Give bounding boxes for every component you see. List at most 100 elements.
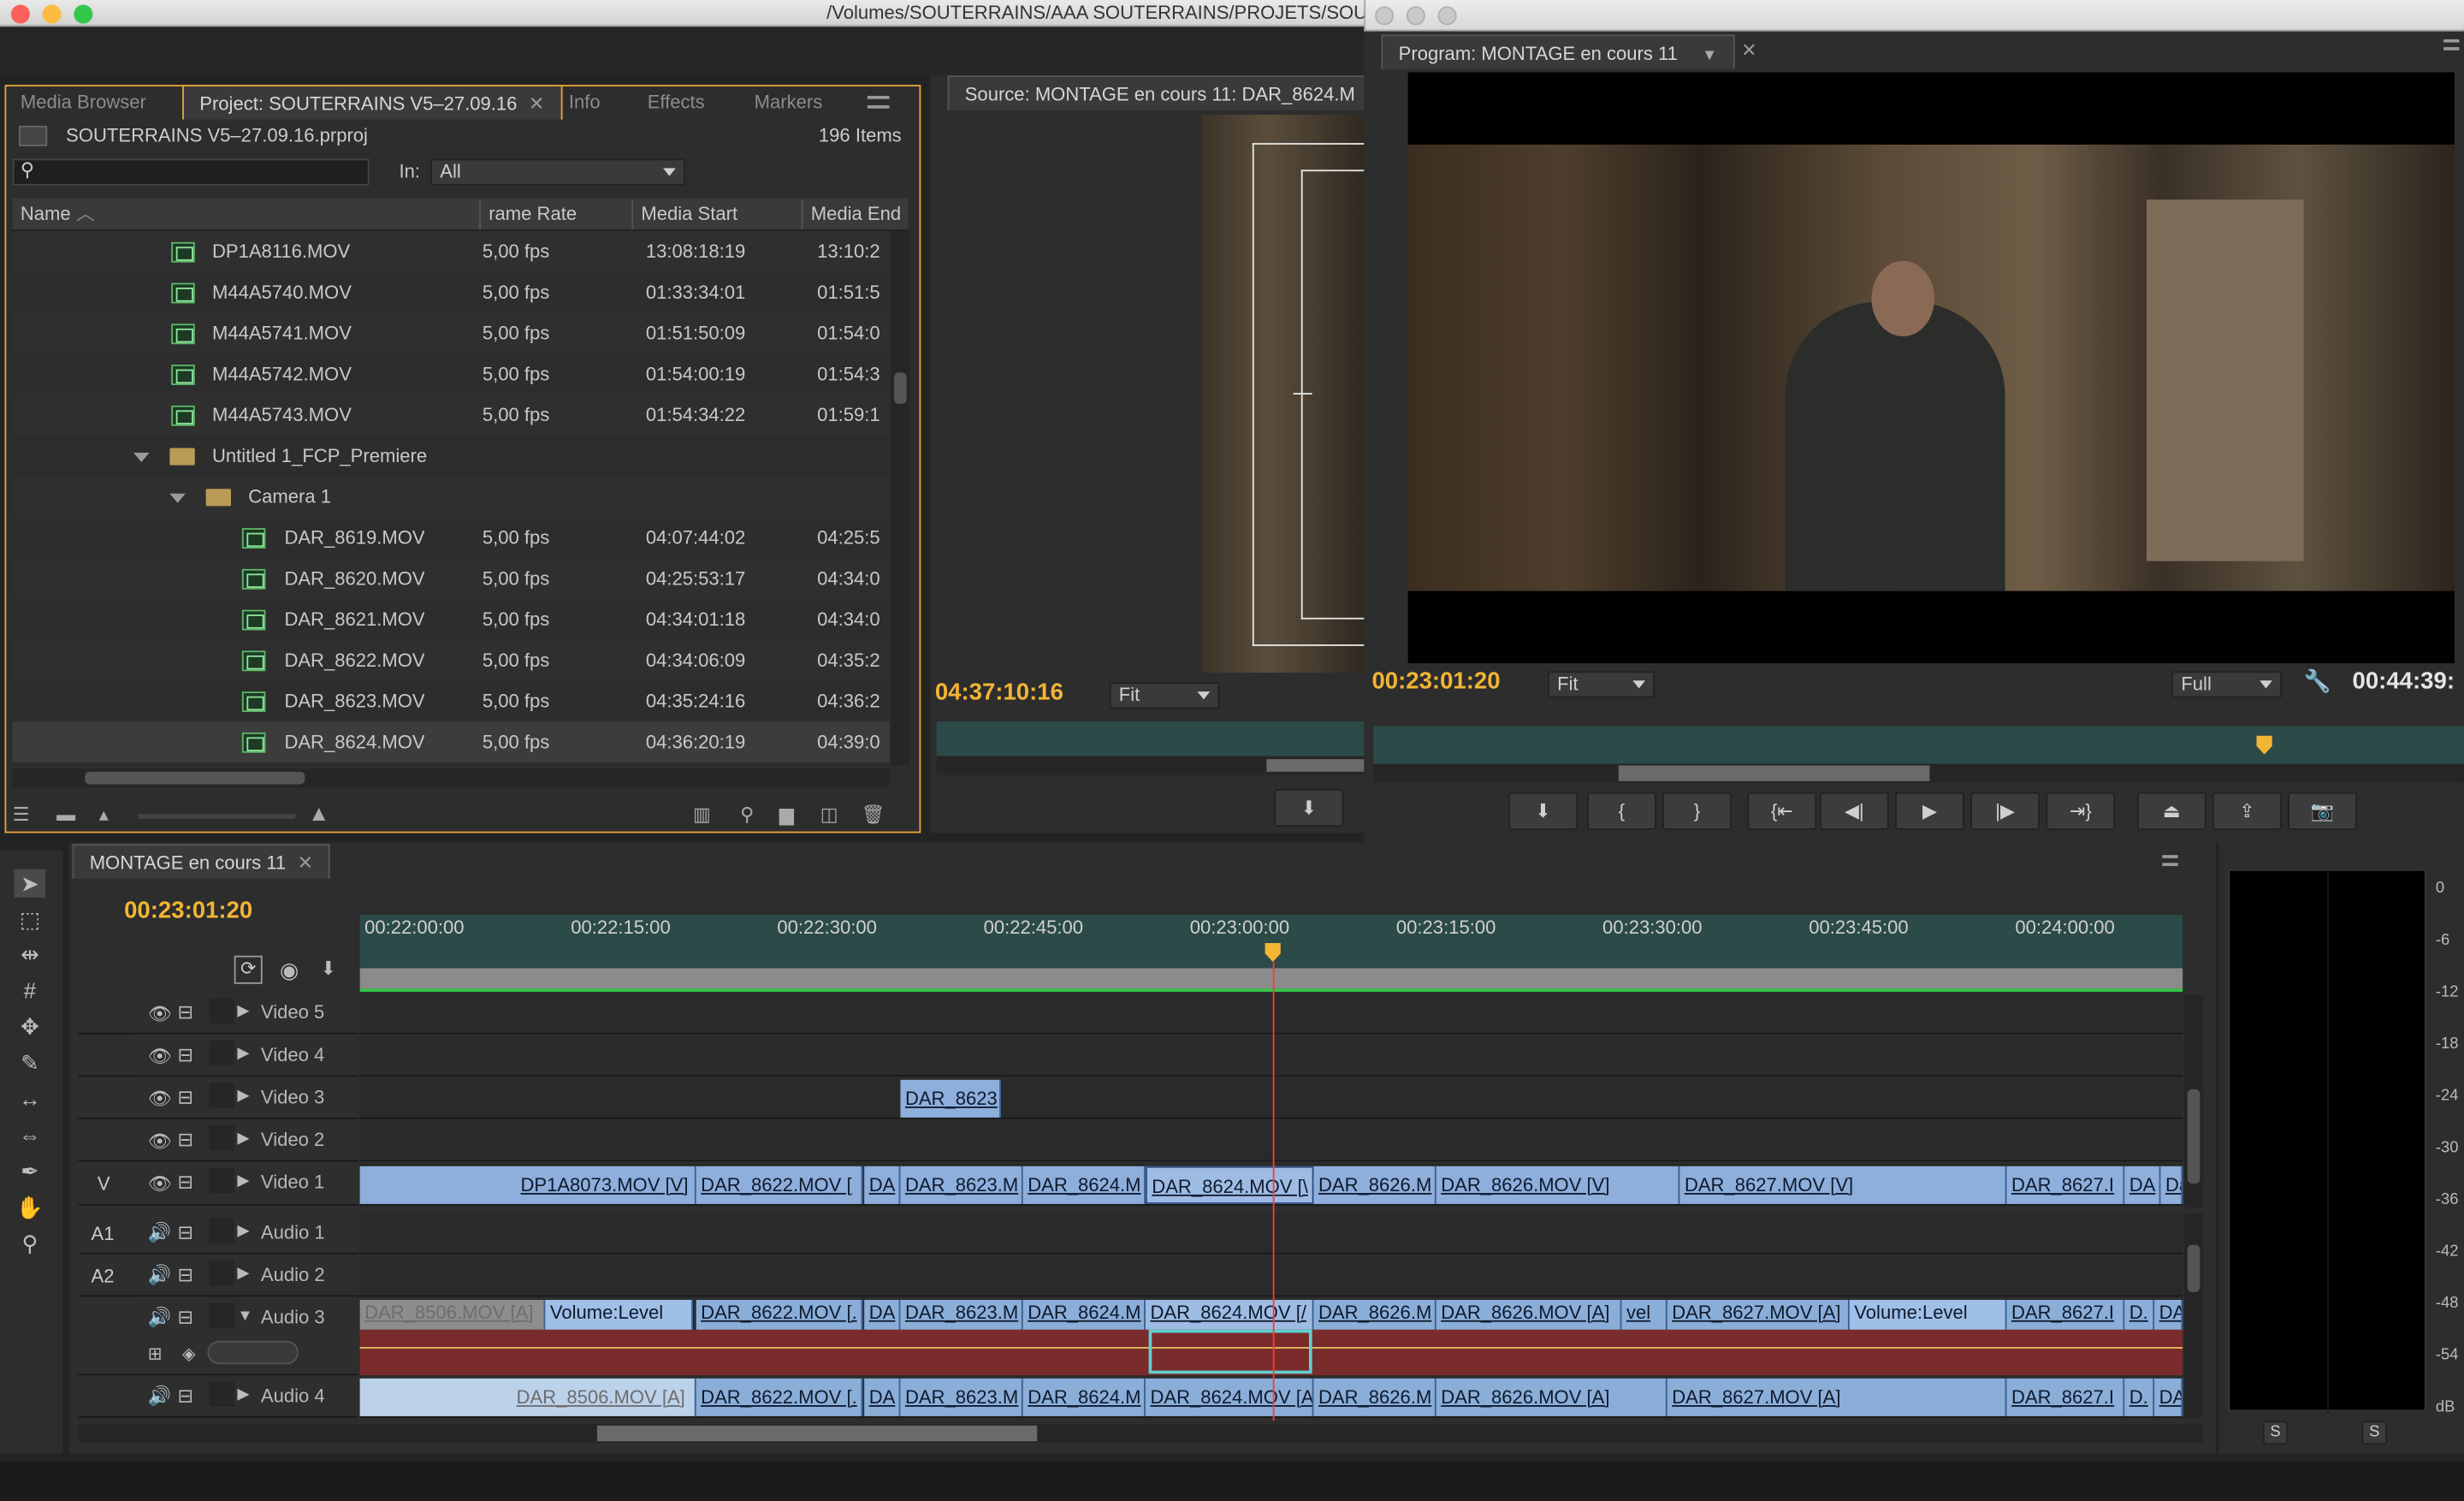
snap-icon[interactable]: ⟳ — [234, 955, 263, 984]
eye-icon[interactable]: 👁 — [148, 1003, 172, 1025]
project-item-row[interactable]: DAR_8623.MOV 5,00 fps 04:35:24:16 04:36:2 — [13, 680, 890, 721]
rate-stretch-tool-icon[interactable]: ✥ — [15, 1012, 46, 1041]
solo-right-button[interactable]: S — [2361, 1421, 2387, 1445]
list-view-icon[interactable]: ☰ — [13, 804, 30, 826]
chevron-down-icon[interactable]: ▼ — [1702, 47, 1717, 64]
project-item-row[interactable]: M44A5743.MOV 5,00 fps 01:54:34:22 01:59:1 — [12, 395, 890, 436]
program-time-ruler[interactable] — [1373, 726, 2464, 764]
project-item-row[interactable]: M44A5740.MOV 5,00 fps 01:33:34:01 01:51:5 — [13, 272, 890, 313]
in-filter-dropdown[interactable]: All — [430, 158, 685, 186]
program-close-button[interactable] — [1375, 6, 1395, 26]
mark-out-button[interactable]: } — [1662, 792, 1732, 830]
column-name[interactable]: Name ︿ — [13, 199, 482, 230]
tab-sequence[interactable]: MONTAGE en cours 11 ✕ — [72, 844, 331, 879]
timeline-clip[interactable]: DA — [2154, 1378, 2183, 1416]
zoom-window-button[interactable] — [74, 4, 93, 24]
project-hscroll-thumb[interactable] — [85, 771, 305, 785]
audio-tracks-vscroll[interactable] — [2184, 1213, 2204, 1418]
step-forward-button[interactable]: |▶ — [1970, 792, 2040, 830]
project-item-row[interactable]: DAR_8619.MOV 5,00 fps 04:07:44:02 04:25:5 — [13, 517, 890, 558]
lock-track-toggle[interactable] — [209, 1040, 234, 1066]
timeline-clip[interactable]: DAR_8624.M — [1022, 1299, 1146, 1330]
sync-lock-icon[interactable]: ⊟ — [178, 1385, 193, 1407]
source-zoom-dropdown[interactable]: Fit — [1109, 682, 1220, 709]
minimize-window-button[interactable] — [42, 4, 62, 24]
timeline-clip[interactable]: DAR_8623.M — [900, 1166, 1023, 1204]
timeline-clip[interactable]: DAR_8624.MOV [/ — [1145, 1299, 1314, 1330]
sync-lock-icon[interactable]: ⊟ — [178, 1086, 193, 1108]
timeline-clip[interactable]: DAR_8626.MOV [A] — [1436, 1299, 1622, 1330]
timeline-clip[interactable]: DAR_8626.M — [1313, 1378, 1436, 1416]
program-zoom-scroll[interactable] — [1373, 763, 2464, 783]
export-frame-button[interactable]: 📷 — [2288, 792, 2358, 830]
timeline-clip[interactable]: D. — [2124, 1378, 2155, 1416]
new-bin-icon[interactable]: ▆ — [779, 804, 794, 826]
timeline-clip[interactable]: DAR_8622.MOV [ — [696, 1166, 863, 1204]
source-add-marker-button[interactable]: ⬇ — [1274, 789, 1344, 828]
source-zoom-scroll[interactable] — [936, 756, 1367, 775]
timeline-playhead-line[interactable] — [1272, 962, 1275, 1421]
expand-triangle-icon[interactable]: ▶ — [237, 1088, 249, 1105]
pen-tool-icon[interactable]: ✒ — [15, 1157, 46, 1185]
timeline-hscroll-thumb[interactable] — [596, 1425, 1038, 1442]
timeline-hscroll[interactable] — [78, 1424, 2204, 1444]
lock-track-toggle[interactable] — [209, 1125, 234, 1151]
expand-triangle-icon[interactable]: ▶ — [237, 1266, 249, 1283]
project-hscroll[interactable] — [12, 768, 890, 788]
timeline-clip[interactable]: DAR_8623.M — [900, 1378, 1023, 1416]
close-window-button[interactable] — [10, 4, 30, 24]
timeline-clip[interactable]: DA — [864, 1378, 901, 1416]
timeline-clip[interactable]: DAR_8626.MOV [V] — [1436, 1166, 1680, 1204]
speaker-icon[interactable]: 🔊 — [148, 1221, 171, 1243]
project-item-row[interactable]: DAR_8620.MOV 5,00 fps 04:25:53:17 04:34:0 — [12, 558, 890, 599]
project-item-row[interactable]: Camera 1 — [12, 476, 890, 518]
sync-lock-icon[interactable]: ⊟ — [178, 1171, 193, 1193]
timeline-clip[interactable]: DAR_8506.MOV [A] — [359, 1378, 696, 1416]
sync-lock-icon[interactable]: ⊟ — [178, 1001, 193, 1023]
program-panel-menu-icon[interactable] — [2443, 39, 2460, 50]
timeline-clip[interactable]: DAR_8624.MOV [\ — [1145, 1166, 1314, 1204]
lock-track-toggle[interactable] — [209, 1302, 234, 1329]
source-timecode[interactable]: 04:37:10:16 — [935, 679, 1063, 705]
timeline-clip[interactable]: DAR_8624.M — [1022, 1166, 1146, 1204]
expand-triangle-icon[interactable]: ▶ — [237, 1386, 249, 1403]
disclosure-triangle-icon[interactable] — [169, 493, 186, 503]
program-timecode[interactable]: 00:23:01:20 — [1371, 668, 1500, 695]
sync-lock-icon[interactable]: ⊟ — [178, 1044, 193, 1066]
work-area-bar[interactable] — [359, 968, 2183, 989]
project-vscroll-thumb[interactable] — [894, 372, 907, 405]
video-track-lane[interactable] — [359, 993, 2183, 1035]
sync-lock-icon[interactable]: ⊟ — [178, 1306, 193, 1328]
tab-effects[interactable]: Effects — [631, 85, 720, 119]
timeline-clip[interactable]: vel — [1621, 1299, 1667, 1330]
project-item-row[interactable]: DP1A8116.MOV 5,00 fps 13:08:18:19 13:10:2 — [12, 230, 890, 272]
program-zoom-scroll-thumb[interactable] — [1618, 765, 1930, 781]
sync-lock-icon[interactable]: ⊟ — [178, 1221, 193, 1243]
slip-tool-icon[interactable]: ↔ — [15, 1084, 46, 1112]
project-vscroll[interactable] — [891, 230, 910, 766]
timeline-clip[interactable]: Da — [2160, 1166, 2183, 1204]
video-track-lane[interactable] — [359, 1077, 2183, 1119]
delete-icon[interactable]: 🗑 — [862, 804, 886, 826]
extract-button[interactable]: ⇪ — [2212, 792, 2282, 830]
zoom-slider[interactable] — [138, 814, 296, 819]
track-select-tool-icon[interactable]: ⬚ — [15, 905, 46, 934]
volume-level-dropdown[interactable]: Volume:Level — [545, 1299, 693, 1330]
column-media-start[interactable]: Media Start — [633, 199, 803, 230]
timeline-clip[interactable]: DAR_8624.MOV [A] — [1145, 1378, 1314, 1416]
timeline-clip[interactable]: DAR_8623.M — [900, 1299, 1023, 1330]
column-media-end[interactable]: Media End — [803, 199, 910, 229]
add-marker-button[interactable]: ⬇ — [1508, 792, 1578, 830]
timeline-clip[interactable]: DA — [864, 1299, 901, 1330]
go-to-out-button[interactable]: ⇥} — [2046, 792, 2116, 830]
tab-source-monitor[interactable]: Source: MONTAGE en cours 11: DAR_8624.M — [947, 75, 1373, 110]
timeline-panel-menu-icon[interactable] — [2162, 855, 2178, 867]
ripple-edit-tool-icon[interactable]: ⇹ — [15, 940, 46, 968]
speaker-icon[interactable]: 🔊 — [148, 1264, 171, 1286]
expand-triangle-icon[interactable]: ▶ — [237, 1003, 249, 1020]
timeline-clip[interactable]: DAR_8623 — [900, 1079, 1001, 1118]
slide-tool-icon[interactable]: ⇔ — [15, 1121, 46, 1149]
timeline-clip[interactable]: DAR_8627.I — [2006, 1166, 2125, 1204]
tab-project[interactable]: Project: SOUTERRAINS V5–27.09.16 ✕ — [182, 85, 562, 120]
timeline-clip[interactable]: DAR_8626.MOV [A] — [1436, 1378, 1667, 1416]
